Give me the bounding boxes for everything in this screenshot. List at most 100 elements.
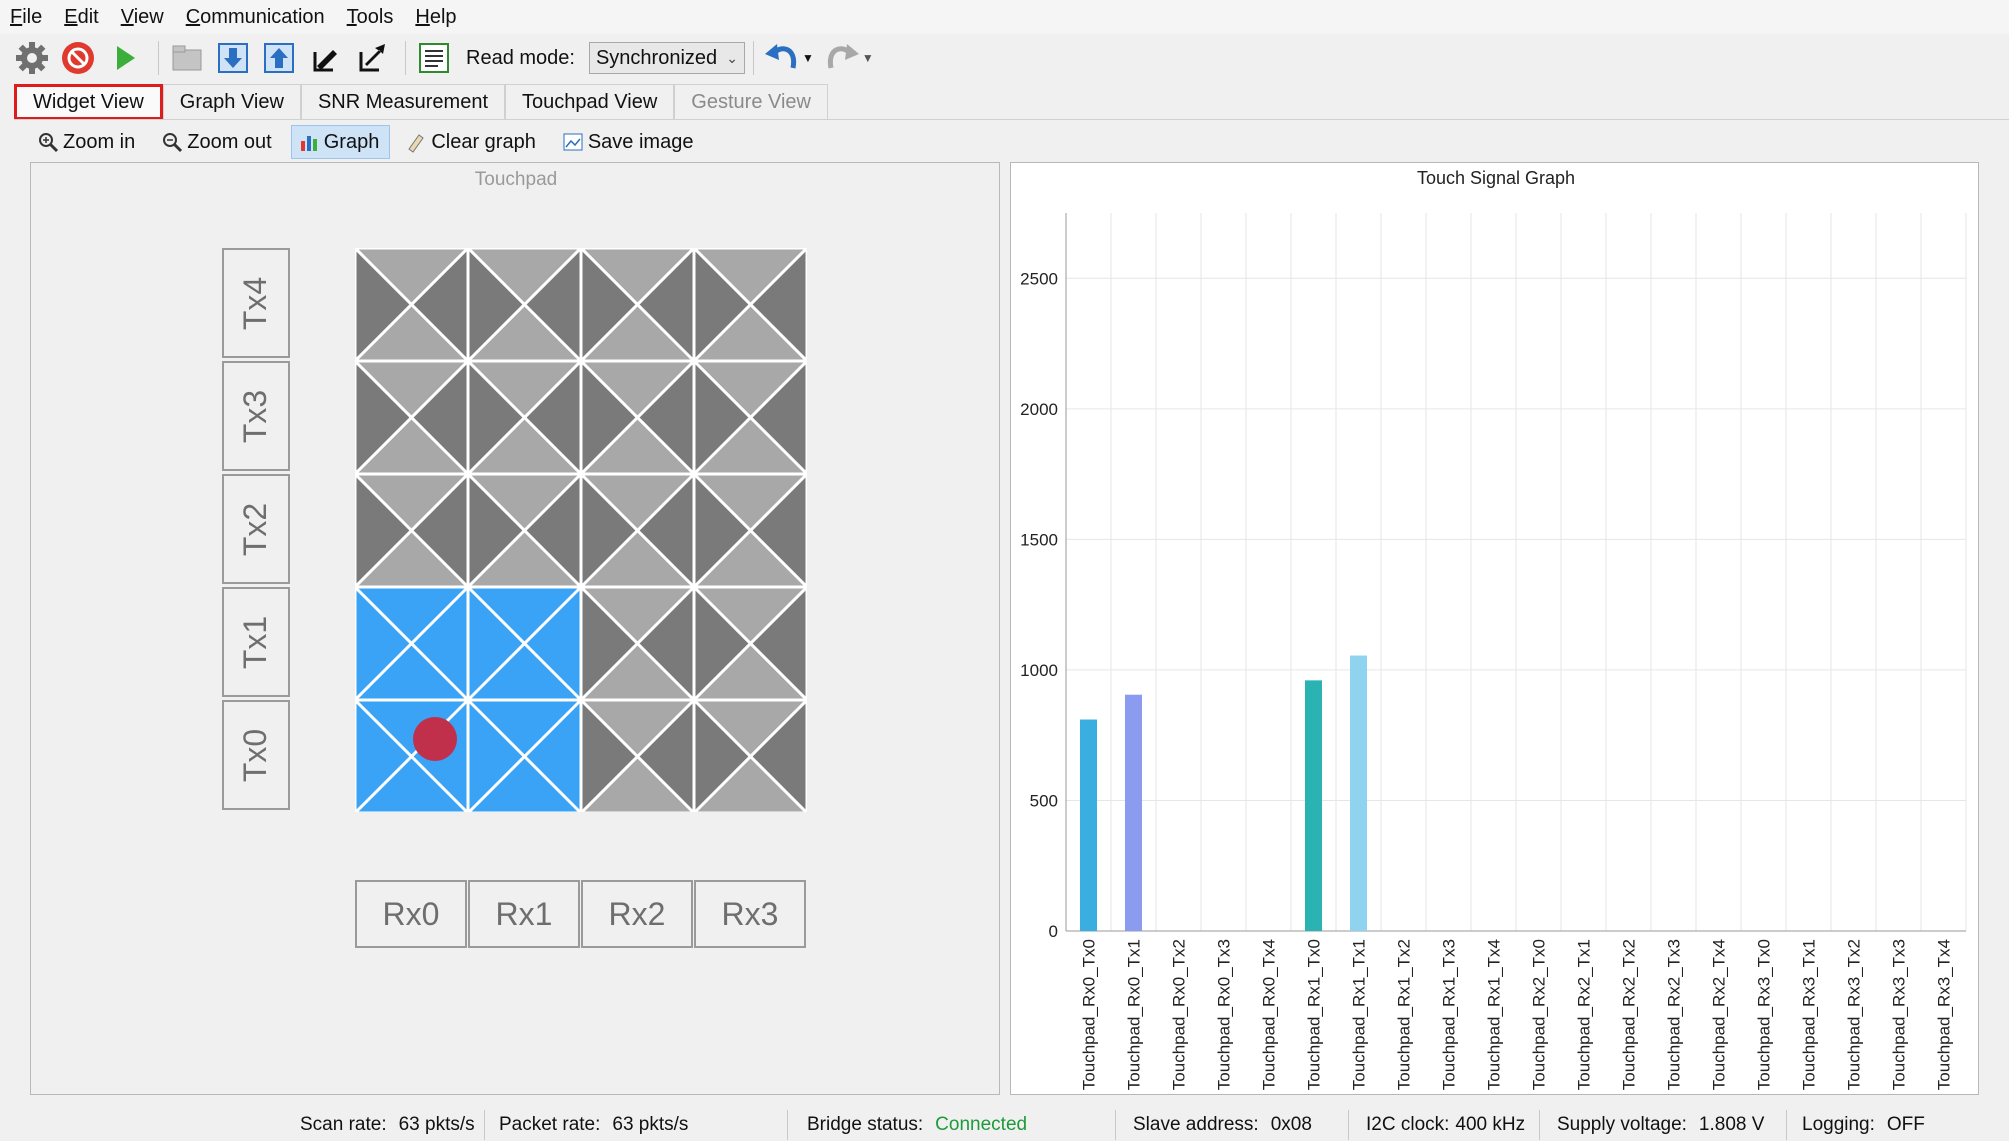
x-tick-label: Touchpad_Rx3_Tx3 bbox=[1890, 939, 1909, 1090]
zoom-out-button[interactable]: Zoom out bbox=[154, 125, 282, 159]
graph-toggle-button[interactable]: Graph bbox=[290, 125, 391, 159]
touchpad-cell bbox=[466, 359, 583, 476]
touchpad-cell bbox=[355, 698, 470, 812]
touch-position-dot bbox=[413, 717, 457, 761]
tx2-button[interactable]: Tx2 bbox=[222, 474, 290, 584]
tab-widget-view[interactable]: Widget View bbox=[14, 84, 163, 120]
tx4-button[interactable]: Tx4 bbox=[222, 248, 290, 358]
menu-bar: File Edit View Communication Tools Help bbox=[0, 0, 2009, 34]
tab-graph-view[interactable]: Graph View bbox=[162, 84, 301, 120]
download-icon[interactable] bbox=[213, 38, 253, 78]
logging-status: Logging: OFF bbox=[1802, 1114, 1925, 1135]
bar-Touchpad_Rx1_Tx0 bbox=[1305, 680, 1322, 931]
play-icon[interactable] bbox=[104, 38, 144, 78]
undo-icon[interactable] bbox=[762, 38, 802, 78]
touchpad-cell bbox=[466, 472, 583, 589]
tab-bar: Widget View Graph View SNR Measurement T… bbox=[14, 84, 828, 120]
zoom-in-button[interactable]: Zoom in bbox=[30, 125, 146, 159]
status-separator bbox=[787, 1110, 788, 1140]
menu-help[interactable]: Help bbox=[415, 6, 456, 29]
widget-view-toolbar: Zoom in Zoom out Graph Clear graph Save … bbox=[30, 124, 712, 160]
tab-touchpad-view[interactable]: Touchpad View bbox=[505, 84, 675, 120]
x-tick-label: Touchpad_Rx1_Tx3 bbox=[1440, 939, 1459, 1090]
x-tick-label: Touchpad_Rx0_Tx2 bbox=[1170, 939, 1189, 1090]
graph-icon bbox=[300, 136, 317, 151]
touch-signal-chart: Touch Signal Graph 0 500 1000 1500 2000 2500 T… bbox=[1020, 168, 1967, 1090]
read-mode-value: Synchronized bbox=[595, 46, 718, 69]
y-tick-label: 2500 bbox=[1020, 269, 1058, 288]
x-tick-label: Touchpad_Rx2_Tx3 bbox=[1665, 939, 1684, 1090]
y-tick-label: 1500 bbox=[1020, 530, 1058, 549]
status-separator bbox=[484, 1110, 485, 1140]
y-tick-label: 500 bbox=[1030, 791, 1058, 810]
touchpad-cell bbox=[579, 472, 696, 589]
rx3-button[interactable]: Rx3 bbox=[694, 880, 806, 948]
menu-tools[interactable]: Tools bbox=[347, 6, 394, 29]
open-folder-icon[interactable] bbox=[167, 38, 207, 78]
x-tick-label: Touchpad_Rx2_Tx0 bbox=[1530, 939, 1549, 1090]
x-tick-label: Touchpad_Rx2_Tx4 bbox=[1710, 939, 1729, 1090]
tab-gesture-view: Gesture View bbox=[674, 84, 828, 120]
export-icon[interactable] bbox=[351, 38, 391, 78]
redo-icon[interactable] bbox=[822, 38, 862, 78]
eraser-icon bbox=[408, 134, 425, 153]
menu-edit[interactable]: Edit bbox=[64, 6, 98, 29]
y-tick-label: 2000 bbox=[1020, 400, 1058, 419]
clear-graph-label: Clear graph bbox=[431, 130, 536, 153]
x-tick-label: Touchpad_Rx2_Tx1 bbox=[1575, 939, 1594, 1090]
log-icon[interactable] bbox=[414, 38, 454, 78]
menu-communication[interactable]: Communication bbox=[186, 6, 325, 29]
read-mode-label: Read mode: bbox=[466, 46, 575, 69]
x-tick-label: Touchpad_Rx2_Tx2 bbox=[1620, 939, 1639, 1090]
undo-dropdown-arrow[interactable]: ▼ bbox=[802, 51, 814, 65]
touchpad-cell bbox=[466, 585, 583, 702]
app-window: File Edit View Communication Tools Help bbox=[0, 0, 2009, 1141]
chevron-down-icon: ⌄ bbox=[726, 49, 738, 66]
menu-view[interactable]: View bbox=[121, 6, 164, 29]
graph-label: Graph bbox=[323, 130, 380, 153]
image-icon bbox=[563, 133, 583, 151]
toolbar-separator bbox=[405, 41, 406, 75]
save-image-button[interactable]: Save image bbox=[555, 125, 705, 159]
rx2-button[interactable]: Rx2 bbox=[581, 880, 693, 948]
touchpad-cell bbox=[692, 585, 807, 702]
touch-signal-graph-panel: Touch Signal Graph 0 500 1000 1500 2000 2500 T… bbox=[1010, 162, 1979, 1095]
slave-address-status: Slave address: 0x08 bbox=[1133, 1114, 1312, 1135]
x-tick-label: Touchpad_Rx3_Tx2 bbox=[1845, 939, 1864, 1090]
x-tick-label: Touchpad_Rx3_Tx1 bbox=[1800, 939, 1819, 1090]
packet-rate-status: Packet rate: 63 pkts/s bbox=[499, 1114, 689, 1135]
rx0-button[interactable]: Rx0 bbox=[355, 880, 467, 948]
chart-title: Touch Signal Graph bbox=[1417, 168, 1575, 188]
rx1-button[interactable]: Rx1 bbox=[468, 880, 580, 948]
touchpad-grid[interactable] bbox=[355, 248, 807, 812]
toolbar: Read mode: Synchronized ⌄ ▼ ▼ bbox=[0, 36, 2009, 80]
x-tick-label: Touchpad_Rx0_Tx4 bbox=[1260, 939, 1279, 1090]
tx0-button[interactable]: Tx0 bbox=[222, 700, 290, 810]
tab-snr-measurement[interactable]: SNR Measurement bbox=[300, 84, 505, 120]
x-tick-label: Touchpad_Rx0_Tx1 bbox=[1125, 939, 1144, 1090]
touchpad-cell bbox=[466, 248, 583, 363]
redo-dropdown-arrow[interactable]: ▼ bbox=[862, 51, 874, 65]
bar-Touchpad_Rx1_Tx1 bbox=[1350, 655, 1367, 931]
gear-icon[interactable] bbox=[12, 38, 52, 78]
bridge-status: Bridge status: Connected bbox=[807, 1114, 1028, 1135]
touchpad-cell bbox=[692, 698, 807, 812]
zoom-out-icon bbox=[163, 133, 183, 153]
supply-voltage-status: Supply voltage: 1.808 V bbox=[1557, 1114, 1765, 1135]
i2c-clock-status: I2C clock: 400 kHz bbox=[1366, 1114, 1526, 1135]
status-separator bbox=[1786, 1110, 1787, 1140]
import-icon[interactable] bbox=[305, 38, 345, 78]
x-tick-label: Touchpad_Rx1_Tx1 bbox=[1350, 939, 1369, 1090]
read-mode-dropdown[interactable]: Synchronized ⌄ bbox=[588, 42, 745, 74]
upload-icon[interactable] bbox=[259, 38, 299, 78]
status-separator bbox=[1539, 1110, 1540, 1140]
menu-file[interactable]: File bbox=[10, 6, 42, 29]
touchpad-cell bbox=[355, 248, 470, 363]
touchpad-cell bbox=[692, 248, 807, 363]
touchpad-cell bbox=[579, 698, 696, 812]
clear-graph-button[interactable]: Clear graph bbox=[398, 125, 547, 159]
tx3-button[interactable]: Tx3 bbox=[222, 361, 290, 471]
tx1-button[interactable]: Tx1 bbox=[222, 587, 290, 697]
bar-Touchpad_Rx0_Tx1 bbox=[1125, 694, 1142, 931]
stop-icon[interactable] bbox=[58, 38, 98, 78]
